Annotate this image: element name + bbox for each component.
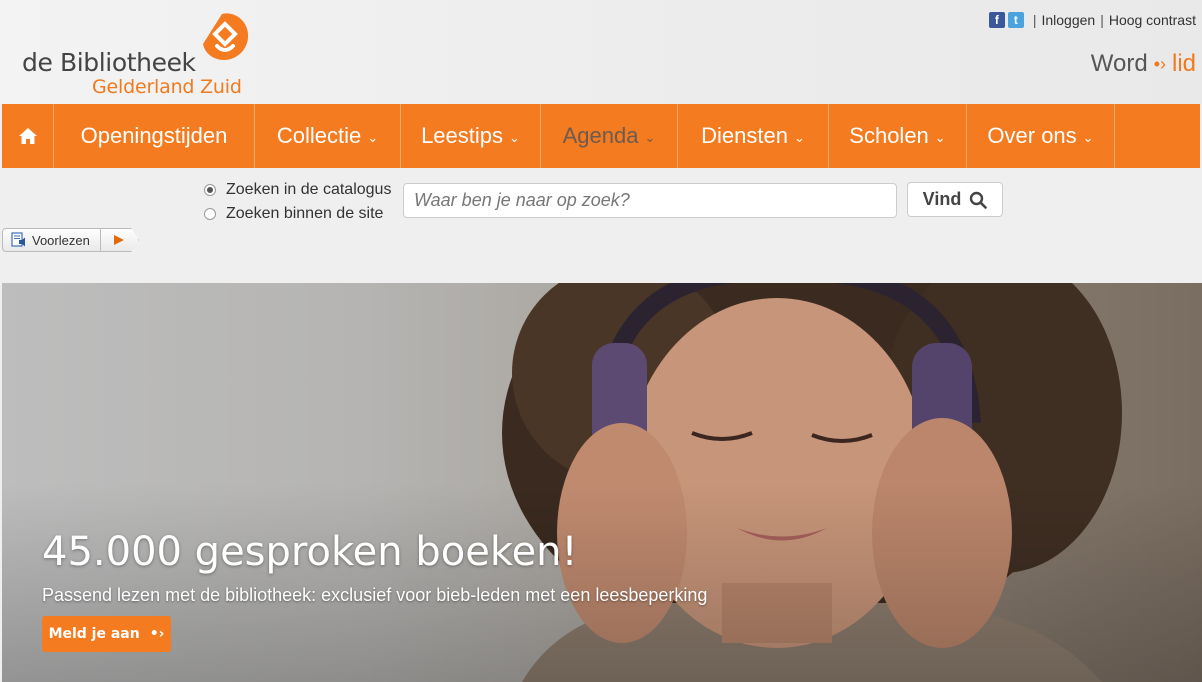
chevron-down-icon: ⌄: [793, 130, 805, 145]
play-icon: [114, 235, 125, 245]
search-icon: [970, 191, 988, 209]
hero-banner[interactable]: 45.000 gesproken boeken! Passend lezen m…: [2, 283, 1202, 682]
search-button-label: Vind: [922, 189, 962, 209]
divider: |: [1032, 12, 1037, 28]
nav-item-agenda[interactable]: Agenda ⌄: [541, 104, 678, 168]
radio-catalog[interactable]: [204, 184, 216, 196]
site-header: de Bibliotheek Gelderland Zuid f t | Inl…: [0, 0, 1202, 104]
nav-item-label: Agenda: [562, 123, 639, 148]
nav-item-leestips[interactable]: Leestips ⌄: [401, 104, 541, 168]
high-contrast-link[interactable]: Hoog contrast: [1109, 12, 1196, 28]
divider: |: [1100, 12, 1104, 28]
hero-title: 45.000 gesproken boeken!: [42, 529, 578, 575]
hero-overlay: [2, 483, 1202, 682]
library-logo-icon: [203, 13, 249, 61]
login-link[interactable]: Inloggen: [1041, 12, 1095, 28]
signup-button[interactable]: Meld je aan •›: [42, 616, 171, 652]
chevron-down-icon: ⌄: [509, 130, 520, 145]
speaker-icon: [11, 232, 25, 247]
radio-label: Zoeken in de catalogus: [226, 181, 392, 198]
nav-item-over-ons[interactable]: Over ons ⌄: [967, 104, 1115, 168]
nav-item-scholen[interactable]: Scholen ⌄: [829, 104, 967, 168]
chevron-down-icon: ⌄: [1082, 130, 1094, 145]
search-scope-site[interactable]: Zoeken binnen de site: [204, 202, 391, 226]
nav-item-label: Scholen: [849, 123, 929, 148]
search-input[interactable]: [403, 183, 897, 218]
top-links: f t | Inloggen | Hoog contrast: [988, 11, 1196, 29]
voorlezen-label: Voorlezen: [32, 232, 90, 248]
become-member-word: Word: [1090, 50, 1148, 77]
voorlezen-button[interactable]: Voorlezen: [2, 228, 101, 252]
search-scope-catalog[interactable]: Zoeken in de catalogus: [204, 178, 391, 202]
nav-item-label: Openingstijden: [80, 123, 228, 148]
site-logo[interactable]: de Bibliotheek Gelderland Zuid: [20, 12, 260, 100]
nav-item-label: Diensten: [701, 123, 788, 148]
main-nav: Openingstijden Collectie ⌄ Leestips ⌄ Ag…: [2, 104, 1200, 168]
chevron-down-icon: ⌄: [644, 130, 656, 145]
chevron-down-icon: ⌄: [934, 130, 946, 145]
nav-item-collectie[interactable]: Collectie ⌄: [255, 104, 401, 168]
become-member-lid: lid: [1171, 50, 1196, 77]
search-scope: Zoeken in de catalogus Zoeken binnen de …: [204, 178, 391, 226]
become-member-link[interactable]: Word •› lid: [1091, 50, 1196, 78]
chevron-down-icon: ⌄: [367, 130, 379, 145]
hero-subtitle: Passend lezen met de bibliotheek: exclus…: [42, 585, 708, 605]
radio-label: Zoeken binnen de site: [226, 205, 384, 222]
search-button[interactable]: Vind: [907, 182, 1003, 217]
radio-site[interactable]: [204, 208, 216, 220]
nav-item-label: Collectie: [276, 123, 362, 148]
home-icon: [18, 128, 37, 144]
twitter-icon[interactable]: t: [1007, 12, 1024, 28]
nav-item-diensten[interactable]: Diensten ⌄: [678, 104, 829, 168]
logo-text-main: de Bibliotheek: [22, 48, 196, 77]
nav-home[interactable]: [2, 104, 54, 168]
nav-item-label: Leestips: [421, 123, 504, 148]
play-button[interactable]: [100, 228, 139, 252]
nav-item-label: Over ons: [987, 123, 1077, 148]
arrow-right-icon: •›: [149, 626, 165, 642]
logo-text-branch: Gelderland Zuid: [92, 76, 242, 98]
nav-item-openingstijden[interactable]: Openingstijden: [54, 104, 255, 168]
arrow-right-icon: •›: [1153, 53, 1166, 74]
readspeaker-widget: Voorlezen: [2, 227, 142, 253]
facebook-icon[interactable]: f: [988, 12, 1005, 28]
signup-button-label: Meld je aan: [48, 626, 140, 642]
